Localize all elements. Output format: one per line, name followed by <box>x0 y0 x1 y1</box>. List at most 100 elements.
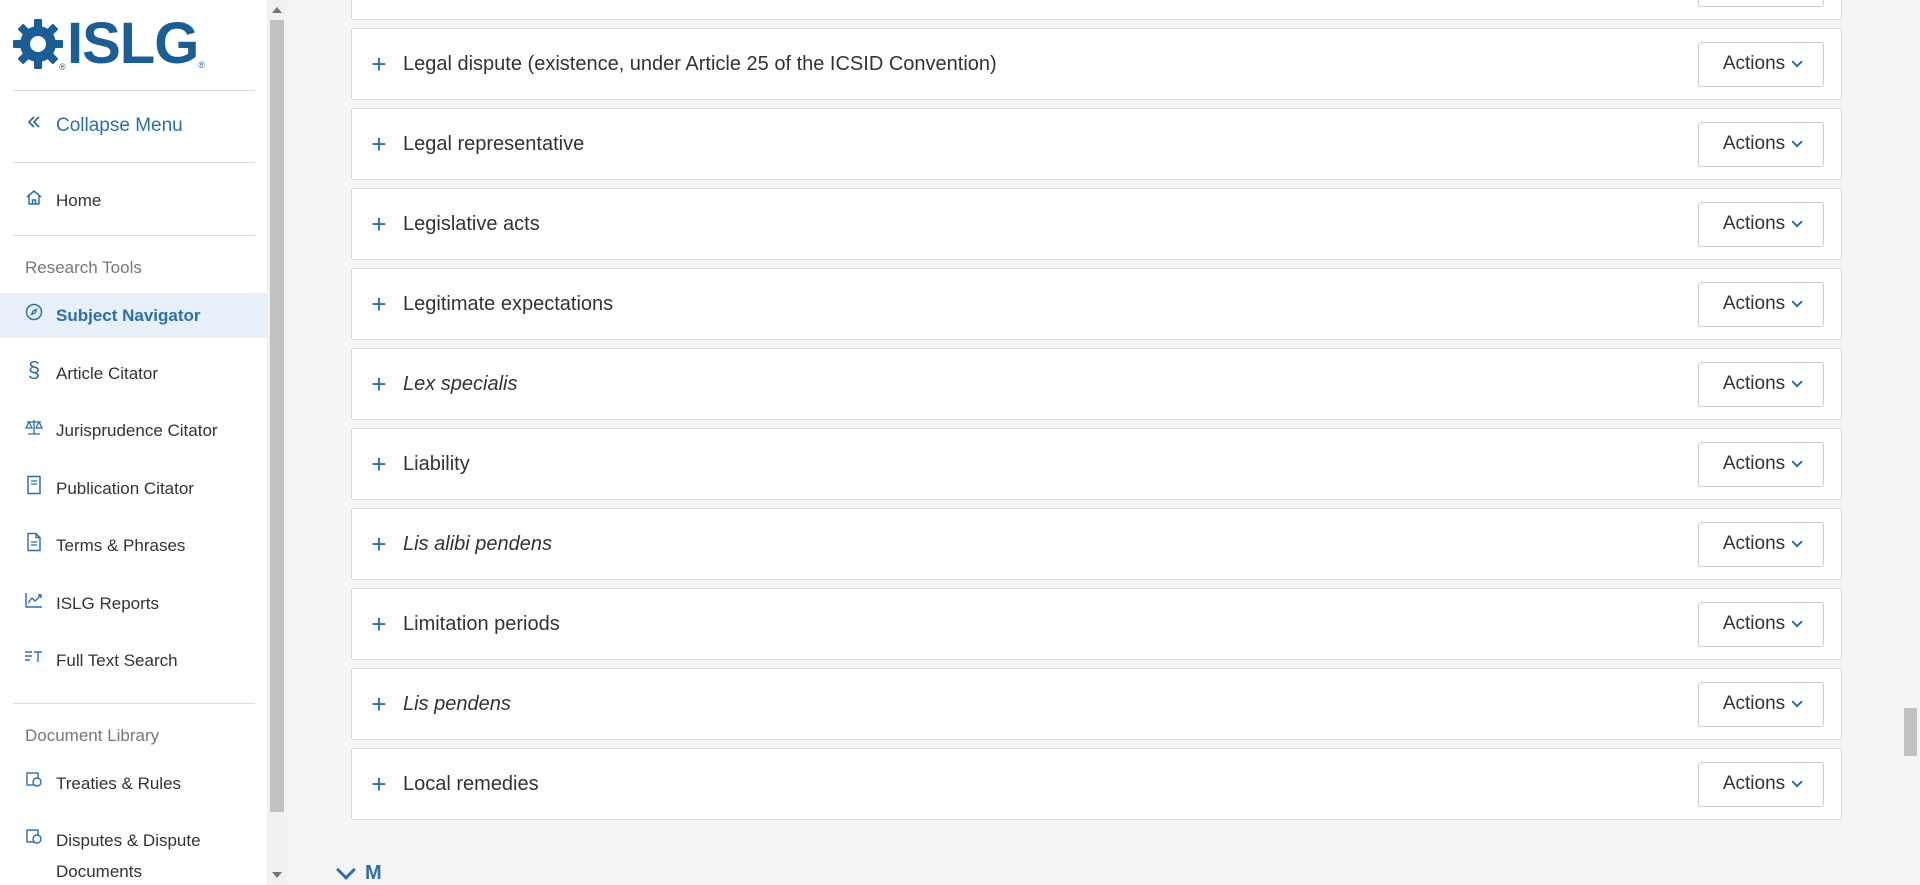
sidebar-item-label: Terms & Phrases <box>56 536 186 555</box>
actions-button[interactable]: Actions <box>1698 361 1824 407</box>
chevron-down-icon <box>1791 536 1803 548</box>
sidebar-item-home[interactable]: Home <box>0 185 267 216</box>
list-item[interactable]: + Local remedies Actions <box>351 748 1842 820</box>
chevron-down-icon <box>1791 696 1803 708</box>
divider <box>13 235 255 236</box>
actions-label: Actions <box>1722 213 1786 234</box>
list-item[interactable]: + Legislative acts Actions <box>351 188 1842 260</box>
list-item[interactable]: Actions <box>351 0 1842 20</box>
expand-plus-icon[interactable]: + <box>369 291 389 317</box>
term-label[interactable]: Lis alibi pendens <box>403 533 1698 556</box>
actions-label: Actions <box>1722 53 1786 74</box>
term-label[interactable]: Legal representative <box>403 133 1698 156</box>
sidebar-item-full-text-search[interactable]: Full Text Search <box>0 645 267 676</box>
list-item[interactable]: + Legal dispute (existence, under Article… <box>351 28 1842 100</box>
list-item[interactable]: + Liability Actions <box>351 428 1842 500</box>
divider <box>13 90 255 91</box>
expand-plus-icon[interactable]: + <box>369 131 389 157</box>
treaties-icon <box>24 768 44 792</box>
actions-button[interactable]: Actions <box>1698 201 1824 247</box>
disputes-icon <box>24 825 44 849</box>
home-icon <box>24 185 44 209</box>
expand-plus-icon[interactable]: + <box>369 531 389 557</box>
gear-logo-icon <box>13 19 63 69</box>
expand-plus-icon[interactable]: + <box>369 611 389 637</box>
document-icon <box>24 530 44 554</box>
list-item[interactable]: + Limitation periods Actions <box>351 588 1842 660</box>
logo-registered-mark: ® <box>59 62 66 72</box>
chevron-down-icon <box>1791 776 1803 788</box>
term-label[interactable]: Lis pendens <box>403 693 1698 716</box>
list-item[interactable]: + Lis pendens Actions <box>351 668 1842 740</box>
chevron-down-icon <box>1791 376 1803 388</box>
actions-label: Actions <box>1722 693 1786 714</box>
actions-button[interactable]: Actions <box>1698 601 1824 647</box>
expand-plus-icon[interactable]: + <box>369 451 389 477</box>
research-tools-heading: Research Tools <box>25 258 142 277</box>
divider <box>13 162 255 163</box>
sidebar-item-article-citator[interactable]: § Article Citator <box>0 357 267 389</box>
sidebar-item-jurisprudence-citator[interactable]: Jurisprudence Citator <box>0 415 267 446</box>
list-item[interactable]: + Lis alibi pendens Actions <box>351 508 1842 580</box>
sidebar-item-islg-reports[interactable]: ISLG Reports <box>0 588 267 619</box>
sidebar-item-disputes-documents[interactable]: Disputes & Dispute Documents <box>0 825 267 885</box>
actions-label: Actions <box>1722 533 1786 554</box>
scales-icon <box>24 415 44 439</box>
chevron-down-icon <box>336 859 356 880</box>
term-label[interactable]: Limitation periods <box>403 613 1698 636</box>
logo-text: ISLG <box>67 11 199 76</box>
divider <box>13 703 255 704</box>
sidebar-item-treaties-rules[interactable]: Treaties & Rules <box>0 768 267 799</box>
sidebar-scrollbar[interactable] <box>267 0 287 885</box>
actions-button[interactable]: Actions <box>1698 41 1824 87</box>
actions-button[interactable]: Actions <box>1698 0 1824 7</box>
chevron-down-icon <box>1791 56 1803 68</box>
actions-button[interactable]: Actions <box>1698 281 1824 327</box>
sidebar-item-label: Treaties & Rules <box>56 774 182 793</box>
collapse-menu-button[interactable]: Collapse Menu <box>0 110 267 141</box>
expand-plus-icon[interactable]: + <box>369 51 389 77</box>
sidebar-item-label: ISLG Reports <box>56 594 159 613</box>
list-item[interactable]: + Legitimate expectations Actions <box>351 268 1842 340</box>
expand-plus-icon[interactable]: + <box>369 211 389 237</box>
letter-section-toggle[interactable]: M <box>336 859 382 885</box>
expand-plus-icon[interactable]: + <box>369 771 389 797</box>
subject-list: Actions + Legal dispute (existence, under… <box>287 0 1900 885</box>
term-label[interactable]: Local remedies <box>403 773 1698 796</box>
term-label[interactable]: Legislative acts <box>403 213 1698 236</box>
expand-plus-icon[interactable]: + <box>369 371 389 397</box>
sidebar-item-label: Jurisprudence Citator <box>56 421 218 440</box>
islg-logo[interactable]: ® ISLG ® <box>12 11 205 76</box>
expand-plus-icon[interactable]: + <box>369 691 389 717</box>
scrollbar-thumb[interactable] <box>270 20 284 812</box>
chevron-down-icon <box>1791 616 1803 628</box>
document-library-heading: Document Library <box>25 726 160 745</box>
sidebar-item-label: Home <box>56 191 102 210</box>
sidebar-item-terms-phrases[interactable]: Terms & Phrases <box>0 530 267 561</box>
list-item[interactable]: + Lex specialis Actions <box>351 348 1842 420</box>
term-label[interactable]: Legal dispute (existence, under Article … <box>403 53 1698 76</box>
list-item[interactable]: + Legal representative Actions <box>351 108 1842 180</box>
term-label[interactable]: Legitimate expectations <box>403 293 1698 316</box>
scrollbar-thumb[interactable] <box>1904 708 1917 756</box>
section-icon: § <box>27 357 41 382</box>
scroll-down-arrow-icon[interactable] <box>272 872 282 878</box>
sidebar: ® ISLG ® Collapse Menu Home Research Too… <box>0 0 267 885</box>
actions-label: Actions <box>1722 453 1786 474</box>
letter-heading: M <box>365 862 382 884</box>
sidebar-item-label: Subject Navigator <box>56 306 201 325</box>
actions-button[interactable]: Actions <box>1698 761 1824 807</box>
sidebar-item-subject-navigator[interactable]: Subject Navigator <box>0 293 267 338</box>
sidebar-item-publication-citator[interactable]: Publication Citator <box>0 473 267 504</box>
sidebar-item-label: Disputes & Dispute <box>56 831 201 850</box>
actions-button[interactable]: Actions <box>1698 441 1824 487</box>
term-label[interactable]: Lex specialis <box>403 373 1698 396</box>
main-scrollbar[interactable] <box>1900 0 1920 885</box>
actions-button[interactable]: Actions <box>1698 681 1824 727</box>
compass-icon <box>24 300 44 324</box>
chevron-down-icon <box>1791 216 1803 228</box>
scroll-up-arrow-icon[interactable] <box>272 7 282 13</box>
actions-button[interactable]: Actions <box>1698 521 1824 567</box>
actions-button[interactable]: Actions <box>1698 121 1824 167</box>
term-label[interactable]: Liability <box>403 453 1698 476</box>
